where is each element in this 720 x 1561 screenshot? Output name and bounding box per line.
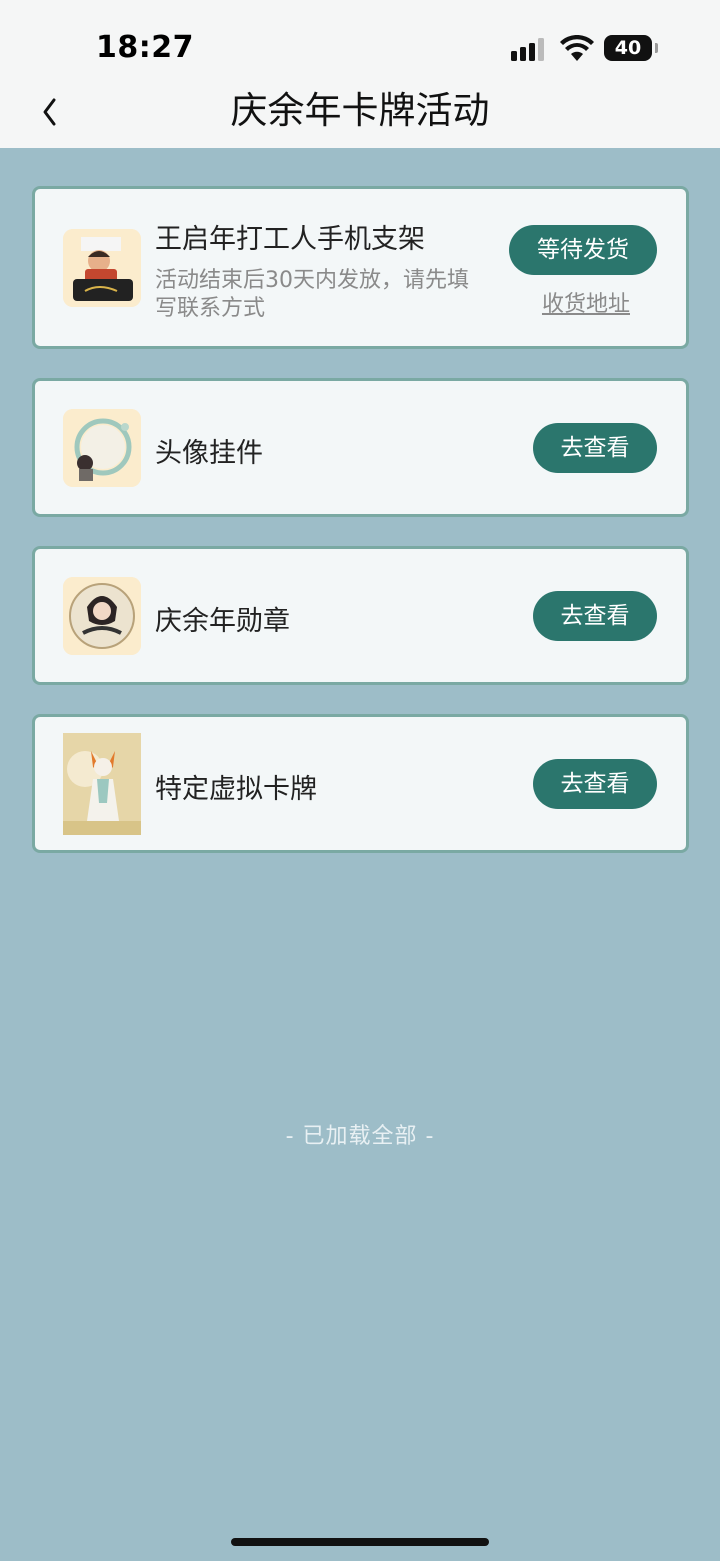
- home-indicator[interactable]: [231, 1538, 489, 1546]
- all-loaded-text: - 已加载全部 -: [285, 1124, 435, 1149]
- list-item: 头像挂件 去查看: [32, 378, 689, 517]
- virtual-card-thumbnail: [63, 733, 141, 835]
- wifi-icon: [560, 35, 594, 61]
- avatar-frame-thumbnail: [63, 409, 141, 487]
- list-item: 王启年打工人手机支架 活动结束后30天内发放，请先填写联系方式 等待发货 收货地…: [32, 186, 689, 349]
- list-item: 特定虚拟卡牌 去查看: [32, 714, 689, 853]
- page-title: 庆余年卡牌活动: [230, 89, 490, 132]
- shipping-address-link[interactable]: 收货地址: [542, 286, 630, 318]
- header-area: 18:27 40 庆余年卡牌活动: [0, 0, 720, 148]
- medal-thumbnail: [63, 577, 141, 655]
- list-item: 庆余年勋章 去查看: [32, 546, 689, 685]
- status-bar: 18:27 40: [0, 0, 720, 88]
- awaiting-shipment-button[interactable]: 等待发货: [509, 225, 657, 275]
- view-button[interactable]: 去查看: [533, 759, 657, 809]
- item-title: 特定虚拟卡牌: [155, 774, 317, 805]
- status-time: 18:27: [96, 30, 194, 65]
- item-description: 活动结束后30天内发放，请先填写联系方式: [155, 268, 469, 321]
- battery-indicator: 40: [604, 35, 658, 61]
- item-title: 头像挂件: [155, 438, 263, 469]
- cellular-signal-icon: [511, 38, 544, 61]
- view-button[interactable]: 去查看: [533, 591, 657, 641]
- item-title: 王启年打工人手机支架: [155, 224, 425, 255]
- reward-list: 王启年打工人手机支架 活动结束后30天内发放，请先填写联系方式 等待发货 收货地…: [32, 186, 689, 882]
- battery-level-text: 40: [614, 37, 642, 59]
- view-button[interactable]: 去查看: [533, 423, 657, 473]
- navigation-bar: 庆余年卡牌活动: [0, 88, 720, 148]
- phone-stand-thumbnail: [63, 229, 141, 307]
- item-title: 庆余年勋章: [155, 606, 290, 637]
